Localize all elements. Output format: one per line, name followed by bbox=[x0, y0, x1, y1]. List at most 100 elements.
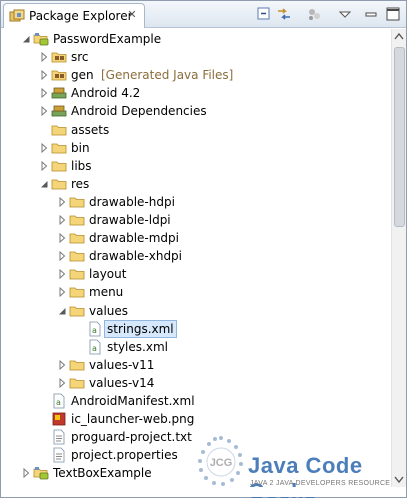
tree-item-label: styles.xml bbox=[107, 339, 168, 354]
scroll-up-icon[interactable] bbox=[392, 29, 406, 45]
tree-item-label: AndroidManifest.xml bbox=[71, 394, 195, 408]
tree-item-decoration: [Generated Java Files] bbox=[101, 68, 234, 83]
xml-file-icon: a bbox=[89, 321, 101, 336]
tree-item-label: TextBoxExample bbox=[53, 466, 152, 481]
tree-row[interactable]: drawable-hdpi bbox=[1, 193, 391, 211]
tree-row[interactable]: drawable-ldpi bbox=[1, 211, 391, 229]
tree-item-label: values-v14 bbox=[89, 375, 155, 390]
tree-item-label: res bbox=[71, 176, 90, 191]
package-explorer-icon bbox=[9, 9, 25, 22]
folder-icon bbox=[51, 143, 67, 153]
jcg-logo-icon: JCG bbox=[198, 436, 243, 486]
tree-row[interactable]: menu bbox=[1, 283, 391, 301]
minimize-icon[interactable] bbox=[362, 5, 380, 23]
svg-text:a: a bbox=[92, 344, 97, 353]
collapsed-arrow-icon[interactable] bbox=[39, 52, 49, 63]
tree-item-label: drawable-hdpi bbox=[89, 194, 175, 209]
collapsed-arrow-icon[interactable] bbox=[39, 88, 49, 99]
tree-row[interactable]: a styles.xml bbox=[1, 338, 391, 356]
source-folder-icon bbox=[51, 70, 67, 81]
tree-row[interactable]: values-v11 bbox=[1, 356, 391, 374]
tree-row[interactable]: src bbox=[1, 48, 391, 66]
expanded-arrow-icon[interactable] bbox=[39, 179, 49, 189]
vertical-scrollbar[interactable] bbox=[391, 29, 406, 487]
tree-row[interactable]: bin bbox=[1, 139, 391, 157]
folder-icon bbox=[69, 287, 85, 298]
close-icon[interactable]: ✕ bbox=[125, 8, 139, 22]
tree-item-label: PasswordExample bbox=[53, 32, 162, 46]
tree-item-label: drawable-xhdpi bbox=[89, 249, 183, 264]
tree-row[interactable]: PasswordExample bbox=[1, 30, 391, 48]
collapsed-arrow-icon[interactable] bbox=[39, 70, 49, 81]
tree-item-label: libs bbox=[71, 158, 92, 173]
link-with-editor-icon[interactable] bbox=[275, 5, 293, 23]
maximize-icon[interactable] bbox=[384, 5, 402, 23]
tree-row[interactable]: values bbox=[1, 302, 391, 320]
collapsed-arrow-icon[interactable] bbox=[57, 196, 67, 207]
collapsed-arrow-icon[interactable] bbox=[39, 142, 49, 153]
tab-label: Package Explorer bbox=[29, 9, 133, 23]
tree-row[interactable]: assets bbox=[1, 121, 391, 139]
folder-icon bbox=[69, 233, 85, 244]
tree-row[interactable]: layout bbox=[1, 265, 391, 283]
view-menu-icon[interactable] bbox=[336, 5, 354, 23]
focus-on-workset-icon[interactable] bbox=[305, 5, 323, 23]
package-explorer-view: Package Explorer ✕ PasswordExample src gen… bbox=[0, 0, 407, 498]
android-project-icon bbox=[33, 467, 49, 480]
tree-row[interactable]: values-v14 bbox=[1, 374, 391, 392]
folder-icon bbox=[69, 269, 85, 280]
tree-item-label: values-v11 bbox=[89, 357, 155, 372]
tree-row[interactable]: drawable-mdpi bbox=[1, 229, 391, 247]
tree-row[interactable]: a AndroidManifest.xml bbox=[1, 392, 391, 410]
tab-package-explorer[interactable]: Package Explorer ✕ bbox=[3, 3, 145, 28]
folder-icon bbox=[69, 360, 85, 371]
collapsed-arrow-icon[interactable] bbox=[57, 269, 67, 280]
scrollbar-thumb[interactable] bbox=[394, 47, 405, 227]
tree-item-label: bin bbox=[71, 140, 90, 155]
folder-icon bbox=[51, 125, 67, 135]
project-tree[interactable]: PasswordExample src gen [Generated Java Fil… bbox=[1, 29, 391, 487]
xml-file-icon: a bbox=[53, 393, 65, 409]
tree-row[interactable]: libs bbox=[1, 157, 391, 175]
tree-row[interactable]: Android Dependencies bbox=[1, 102, 391, 120]
xml-file-icon: a bbox=[89, 339, 101, 355]
collapsed-arrow-icon[interactable] bbox=[57, 287, 67, 298]
folder-icon bbox=[69, 378, 85, 389]
view-header: Package Explorer ✕ bbox=[1, 1, 406, 28]
tree-item-label: gen bbox=[71, 68, 94, 83]
collapsed-arrow-icon[interactable] bbox=[57, 215, 67, 225]
tree-item-label: project.properties bbox=[71, 448, 178, 463]
tree-row[interactable]: ic_launcher-web.png bbox=[1, 410, 391, 428]
folder-icon bbox=[51, 179, 67, 190]
tree-item-label: Android Dependencies bbox=[71, 104, 207, 119]
tree-row[interactable]: gen [Generated Java Files] bbox=[1, 66, 391, 84]
tree-row[interactable]: drawable-xhdpi bbox=[1, 247, 391, 265]
tree-item-label: values bbox=[89, 303, 129, 318]
tree-item-label: drawable-mdpi bbox=[89, 231, 179, 246]
collapsed-arrow-icon[interactable] bbox=[57, 359, 67, 370]
folder-icon bbox=[69, 197, 85, 208]
tree-row[interactable]: Android 4.2 bbox=[1, 84, 391, 102]
tree-row[interactable]: a strings.xml bbox=[1, 319, 391, 338]
collapsed-arrow-icon[interactable] bbox=[39, 106, 49, 117]
collapsed-arrow-icon[interactable] bbox=[57, 377, 67, 388]
collapse-all-icon[interactable] bbox=[255, 5, 273, 23]
library-icon bbox=[51, 105, 67, 117]
collapsed-arrow-icon[interactable] bbox=[39, 160, 49, 171]
folder-icon bbox=[51, 161, 67, 172]
svg-text:a: a bbox=[56, 398, 61, 407]
folder-icon bbox=[69, 215, 85, 226]
tree-row[interactable]: res bbox=[1, 175, 391, 193]
expanded-arrow-icon[interactable] bbox=[21, 34, 31, 44]
collapsed-arrow-icon[interactable] bbox=[57, 251, 67, 262]
tree-item-label: ic_launcher-web.png bbox=[71, 412, 195, 427]
tree-item-label: proguard-project.txt bbox=[71, 430, 192, 445]
collapsed-arrow-icon[interactable] bbox=[57, 233, 67, 244]
bottom-edge bbox=[1, 487, 406, 497]
collapsed-arrow-icon[interactable] bbox=[21, 468, 31, 479]
tree-item-label: strings.xml bbox=[104, 319, 177, 338]
expanded-arrow-icon[interactable] bbox=[57, 306, 67, 316]
android-project-icon bbox=[33, 33, 49, 46]
tree-item-label: drawable-ldpi bbox=[89, 213, 171, 227]
tree-item-label: assets bbox=[71, 122, 110, 137]
